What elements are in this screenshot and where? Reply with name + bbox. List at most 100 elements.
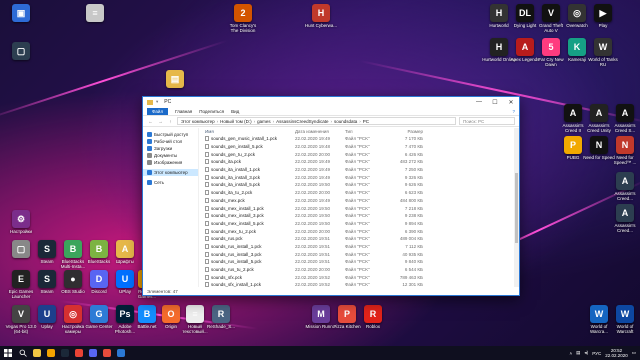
breadcrumb-item[interactable]: games xyxy=(257,119,271,124)
volume-icon[interactable]: ◂) xyxy=(584,350,588,356)
desktop-shortcut[interactable]: A Шрифты xyxy=(110,240,140,264)
table-row[interactable]: sounds_rus.pck 22.02.2020 19:51 Файл "PCK"… xyxy=(199,235,519,243)
column-type[interactable]: Тип xyxy=(345,129,387,134)
taskbar-app-icon[interactable] xyxy=(72,346,86,360)
table-row[interactable]: sounds_mex.pck 22.02.2020 19:49 Файл "PCK"… xyxy=(199,197,519,205)
table-row[interactable]: sounds_ita_install_3.pck 22.02.2020 19:49… xyxy=(199,173,519,181)
explorer-window: ▾ PC — ☐ ✕ Файл Главная Поделиться Вид ?… xyxy=(142,96,520,296)
column-name[interactable]: Имя xyxy=(199,129,295,134)
table-row[interactable]: sounds_gen_music_install_1.pck 22.02.2020… xyxy=(199,135,519,143)
desktop-shortcut[interactable]: 2 Tom Clancy's The Division xyxy=(228,4,258,33)
breadcrumb-item[interactable]: soundsdata xyxy=(334,119,357,124)
nav-item-label: Документы xyxy=(154,153,178,158)
table-row[interactable]: sounds_rus_install_3.pck 22.02.2020 19:51… xyxy=(199,250,519,258)
language-indicator[interactable]: РУС xyxy=(592,351,601,356)
tab-home[interactable]: Главная xyxy=(175,109,192,114)
column-size[interactable]: Размер xyxy=(387,129,423,134)
app-icon: K xyxy=(568,38,586,56)
maximize-button[interactable]: ☐ xyxy=(487,97,503,107)
desktop-shortcut[interactable]: W World of Warcraft xyxy=(610,305,640,334)
scroll-thumb[interactable] xyxy=(515,173,518,243)
up-icon[interactable]: ↑ xyxy=(167,119,174,124)
help-icon[interactable]: ? xyxy=(512,109,515,114)
table-row[interactable]: sounds_mex_tu_2.pck 22.02.2020 20:00 Файл … xyxy=(199,227,519,235)
nav-item[interactable]: Рабочий стол xyxy=(143,138,198,145)
table-row[interactable]: sounds_mex_install_1.pck 22.02.2020 19:50… xyxy=(199,204,519,212)
nav-item[interactable]: Быстрый доступ xyxy=(143,131,198,138)
shortcut-label: Assassin's Creed... xyxy=(614,191,636,201)
vertical-scrollbar[interactable] xyxy=(514,128,519,287)
table-row[interactable]: sounds_mex_install_5.pck 22.02.2020 19:50… xyxy=(199,220,519,228)
table-row[interactable]: sounds_ita_install_1.pck 22.02.2020 19:49… xyxy=(199,166,519,174)
desktop-shortcut[interactable]: ▤ xyxy=(160,70,190,89)
desktop-shortcut[interactable]: ▶ Play xyxy=(588,4,618,28)
table-row[interactable]: sounds_gen_install_5.pck 22.02.2020 19:48… xyxy=(199,143,519,151)
desktop-shortcut[interactable]: ▢ xyxy=(6,42,36,61)
clock[interactable]: 20:52 22.02.2020 xyxy=(605,348,628,358)
table-row[interactable]: sounds_rus_tu_2.pck 22.02.2020 20:00 Файл … xyxy=(199,266,519,274)
desktop-shortcut[interactable]: A Assassin's Creed... xyxy=(610,204,640,233)
table-row[interactable]: sounds_rus_install_5.pck 22.02.2020 19:51… xyxy=(199,258,519,266)
breadcrumb-item[interactable]: AssassinsCreedSyndicate xyxy=(276,119,328,124)
minimize-button[interactable]: — xyxy=(471,97,487,107)
taskbar-app-icon[interactable] xyxy=(114,346,128,360)
file-icon xyxy=(205,228,209,234)
desktop-shortcut[interactable]: ⚙ Настройки xyxy=(6,210,36,234)
close-button[interactable]: ✕ xyxy=(503,97,519,107)
column-date[interactable]: Дата изменения xyxy=(295,129,345,134)
tab-view[interactable]: Вид xyxy=(231,109,239,114)
file-size-cell: 7 112 КБ xyxy=(405,243,423,249)
desktop-shortcut[interactable]: ▣ xyxy=(6,4,36,23)
network-icon[interactable]: ▤ xyxy=(576,350,580,356)
desktop-shortcut[interactable]: W World of Tanks RU xyxy=(588,38,618,67)
table-row[interactable]: sounds_ita_tu_2.pck 22.02.2020 20:00 Файл … xyxy=(199,189,519,197)
file-icon xyxy=(205,205,209,211)
nav-item[interactable]: Этот компьютер xyxy=(143,169,198,176)
search-icon[interactable] xyxy=(16,346,30,360)
table-row[interactable]: sounds_ita_install_5.pck 22.02.2020 19:50… xyxy=(199,181,519,189)
desktop-shortcut[interactable]: R ReShade_S... xyxy=(206,305,236,329)
nav-item[interactable]: Изображения xyxy=(143,159,198,166)
desktop-shortcut[interactable]: R Roblox xyxy=(358,305,388,329)
file-name: sounds_sfx.pck xyxy=(211,274,243,280)
desktop-shortcut[interactable]: ≡ xyxy=(80,4,110,23)
nav-item[interactable]: Сеть xyxy=(143,179,198,186)
breadcrumb-item[interactable]: PC xyxy=(363,119,369,124)
file-type-cell: Файл "PCK" xyxy=(345,167,370,173)
taskbar-app-icon[interactable] xyxy=(86,346,100,360)
forward-icon[interactable]: → xyxy=(157,119,164,124)
taskbar-app-icon[interactable] xyxy=(30,346,44,360)
app-icon: P xyxy=(564,136,582,154)
search-input[interactable]: Поиск: PC xyxy=(459,117,515,125)
app-icon: ▢ xyxy=(12,240,30,258)
nav-item[interactable]: Загрузки xyxy=(143,145,198,152)
taskbar-app-icon[interactable] xyxy=(44,346,58,360)
tab-share[interactable]: Поделиться xyxy=(199,109,224,114)
desktop-shortcut[interactable]: N Need for Speed™ ... xyxy=(610,136,640,165)
taskbar-app-icon[interactable] xyxy=(58,346,72,360)
table-row[interactable]: sounds_rus_install_1.pck 22.02.2020 19:51… xyxy=(199,243,519,251)
taskbar-app-icon[interactable] xyxy=(100,346,114,360)
back-icon[interactable]: ← xyxy=(147,119,154,124)
table-row[interactable]: sounds_gen_tu_2.pck 22.02.2020 20:00 Файл … xyxy=(199,150,519,158)
notifications-icon[interactable]: ▭ xyxy=(632,350,636,356)
start-button[interactable] xyxy=(0,346,16,360)
app-icon: ▣ xyxy=(12,4,30,22)
tab-file[interactable]: Файл xyxy=(147,107,169,115)
quick-access-toolbar[interactable]: ▾ xyxy=(156,99,158,105)
breadcrumb[interactable]: Этот компьютер › Новый том (D:) › games › A… xyxy=(177,117,456,125)
breadcrumb-item[interactable]: Новый том (D:) xyxy=(220,119,252,124)
desktop-shortcut[interactable]: A Assassin's Creed S... xyxy=(610,104,640,133)
nav-item[interactable]: Документы xyxy=(143,152,198,159)
chevron-up-icon[interactable]: ˄ xyxy=(570,351,573,356)
app-icon: 2 xyxy=(234,4,252,22)
shortcut-label: World of Tanks RU xyxy=(588,57,618,67)
column-headers: Имя Дата изменения Тип Размер xyxy=(199,128,519,135)
breadcrumb-item[interactable]: Этот компьютер xyxy=(181,119,215,124)
file-name: sounds_gen_music_install_1.pck xyxy=(211,136,278,142)
table-row[interactable]: sounds_mex_install_3.pck 22.02.2020 19:50… xyxy=(199,212,519,220)
desktop-shortcut[interactable]: A Assassin's Creed... xyxy=(610,172,640,201)
table-row[interactable]: sounds_ita.pck 22.02.2020 19:49 Файл "PCK"… xyxy=(199,158,519,166)
desktop-shortcut[interactable]: H Hunt Cyberwa... xyxy=(305,4,337,28)
table-row[interactable]: sounds_sfx.pck 22.02.2020 19:52 Файл "PCK"… xyxy=(199,273,519,281)
